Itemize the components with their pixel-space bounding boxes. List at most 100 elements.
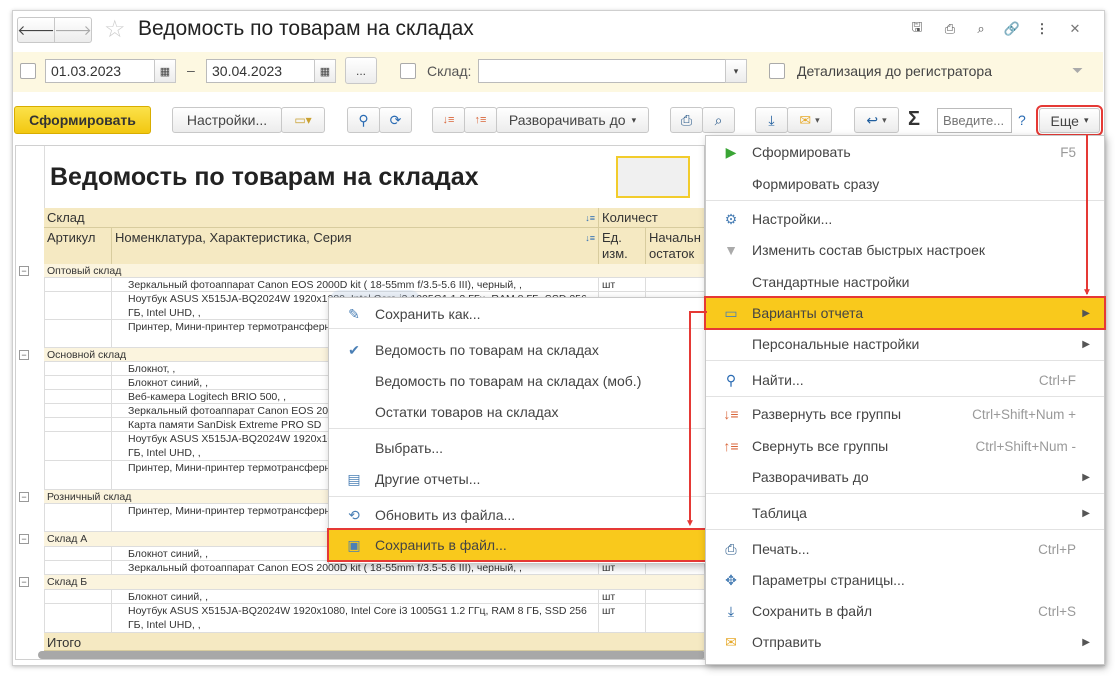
menu-item-label: Сохранить в файл	[752, 603, 873, 619]
menu-item[interactable]: ✥ Параметры страницы...	[706, 565, 1104, 595]
warehouse-field[interactable]	[478, 59, 726, 83]
group-name: Оптовый склад	[47, 265, 122, 277]
group-row[interactable]: Оптовый склад	[44, 264, 704, 278]
print-icon[interactable]: ⎙	[941, 20, 959, 38]
menu-item[interactable]: ↑≡ Свернуть все группы Ctrl+Shift+Num -	[706, 431, 1104, 461]
report-variants-icon: ▭	[724, 304, 738, 321]
menu-item[interactable]: Стандартные настройки	[706, 267, 1104, 297]
collapse-group-icon[interactable]: −	[19, 534, 29, 544]
detail-checkbox[interactable]	[769, 63, 785, 79]
nomenclature-cell: Зеркальный фотоаппарат Canon EOS 2000D k…	[112, 278, 599, 291]
chevron-down-icon[interactable]: ▾	[725, 59, 747, 83]
menu-item[interactable]: ✉ Отправить ▶	[706, 627, 1104, 657]
warehouse-label: Склад:	[427, 63, 472, 79]
generate-button[interactable]: Сформировать	[14, 106, 151, 134]
menu-item[interactable]: ▼ Изменить состав быстрых настроек	[706, 235, 1104, 265]
date-to-field[interactable]: 30.04.2023	[206, 59, 316, 83]
nomenclature-cell: Ноутбук ASUS X515JA-BQ2024W 1920x1080, I…	[112, 604, 599, 632]
warehouse-checkbox[interactable]	[400, 63, 416, 79]
menu-item[interactable]: Таблица ▶	[706, 498, 1104, 528]
menu-separator	[706, 529, 1104, 530]
menu-item[interactable]: Остатки товаров на складах	[329, 397, 705, 427]
more-vertical-icon[interactable]: ⋮	[1035, 20, 1049, 38]
collapse-group-icon[interactable]: −	[19, 492, 29, 502]
collapse-group-icon[interactable]: −	[19, 266, 29, 276]
menu-item[interactable]: ↓≡ Развернуть все группы Ctrl+Shift+Num +	[706, 399, 1104, 429]
menu-item[interactable]: ▣ Сохранить в файл...	[327, 528, 707, 562]
collapse-groups-button[interactable]: ↑≡	[464, 107, 497, 133]
menu-item[interactable]: ⟲ Обновить из файла...	[329, 500, 705, 530]
search-icon: ⚲	[358, 111, 369, 128]
menu-item[interactable]: Ведомость по товарам на складах (моб.)	[329, 366, 705, 396]
table-row[interactable]: Зеркальный фотоаппарат Canon EOS 2000D k…	[44, 278, 704, 292]
menu-item[interactable]: ⎙ Печать... Ctrl+P	[706, 534, 1104, 564]
calendar-icon[interactable]: ▦	[314, 59, 336, 83]
shortcut-label: Ctrl+P	[1038, 541, 1076, 557]
menu-item[interactable]: ▭ Варианты отчета ▶	[704, 296, 1106, 330]
sum-icon[interactable]: Σ	[908, 108, 920, 131]
send-button[interactable]: ✉ ▾	[787, 107, 832, 133]
menu-item[interactable]: ▶ Сформировать F5	[706, 137, 1104, 167]
undo-button[interactable]: ↩ ▾	[854, 107, 899, 133]
collapse-group-icon[interactable]: −	[19, 350, 29, 360]
forward-button[interactable]: 🡒	[54, 17, 92, 43]
menu-separator	[329, 496, 705, 497]
close-icon[interactable]: ✕	[1067, 20, 1083, 38]
save-to-file-button[interactable]: ⤓	[755, 107, 788, 133]
menu-item-label: Разворачивать до	[752, 469, 869, 485]
date-from-field[interactable]: 01.03.2023	[45, 59, 155, 83]
opening-cell	[646, 604, 704, 632]
header-article: Артикул	[44, 228, 112, 266]
filter-icon: ▼	[724, 242, 738, 258]
unit-cell: шт	[599, 278, 646, 291]
save-icon[interactable]: 🖫	[908, 19, 926, 38]
menu-item[interactable]: ✎ Сохранить как...	[329, 299, 705, 329]
preview-button[interactable]: ⌕	[702, 107, 735, 133]
menu-separator	[329, 428, 705, 429]
settings-button[interactable]: Настройки...	[172, 107, 282, 133]
menu-item[interactable]: ⚙ Настройки...	[706, 204, 1104, 234]
period-select-button[interactable]: ...	[345, 57, 377, 84]
menu-item[interactable]: ▤ Другие отчеты...	[329, 464, 705, 494]
search-button[interactable]: ⚲	[347, 107, 380, 133]
horizontal-scrollbar[interactable]	[38, 651, 704, 659]
article-cell	[44, 404, 112, 417]
period-checkbox[interactable]	[20, 63, 36, 79]
sort-icon: ↓≡	[585, 233, 595, 243]
preview-icon[interactable]: ⌕	[972, 20, 990, 38]
menu-item[interactable]: Формировать сразу	[706, 169, 1104, 199]
report-variants-button[interactable]: ▭▾	[281, 107, 325, 133]
menu-item[interactable]: Персональные настройки ▶	[706, 329, 1104, 359]
group-row[interactable]: Склад Б	[44, 575, 704, 590]
menu-item-label: Свернуть все группы	[752, 438, 889, 454]
link-icon[interactable]: 🔗	[1003, 20, 1021, 38]
menu-item[interactable]: ⤓ Сохранить в файл Ctrl+S	[706, 596, 1104, 626]
more-button[interactable]: Еще ▾	[1036, 105, 1103, 136]
menu-item[interactable]: ⚲ Найти... Ctrl+F	[706, 365, 1104, 395]
menu-item[interactable]: Разворачивать до ▶	[706, 462, 1104, 492]
update-from-file-icon: ⟲	[348, 506, 360, 523]
menu-separator	[706, 360, 1104, 361]
collapse-groups-icon: ↑≡	[723, 438, 739, 454]
annotation-arrow	[689, 311, 707, 313]
expand-groups-button[interactable]: ↓≡	[432, 107, 465, 133]
favorite-star-icon[interactable]: ☆	[104, 15, 126, 44]
menu-item[interactable]: ✔ Ведомость по товарам на складах	[329, 335, 705, 365]
menu-item-label: Параметры страницы...	[752, 572, 905, 588]
reports-icon: ▤	[347, 470, 361, 487]
unit-cell: шт	[599, 604, 646, 632]
search-input[interactable]	[937, 108, 1012, 133]
opening-cell	[646, 590, 704, 603]
help-button[interactable]: ?	[1018, 112, 1026, 128]
print-button[interactable]: ⎙	[670, 107, 703, 133]
menu-item[interactable]: Выбрать...	[329, 433, 705, 463]
table-row[interactable]: Блокнот синий, , шт	[44, 590, 704, 604]
table-row[interactable]: Ноутбук ASUS X515JA-BQ2024W 1920x1080, I…	[44, 604, 704, 633]
filter-icon[interactable]: ⏷	[1072, 62, 1083, 79]
report-settings-indicator	[616, 156, 690, 198]
back-button[interactable]: 🡐	[17, 17, 55, 43]
collapse-group-icon[interactable]: −	[19, 577, 29, 587]
search-cancel-button[interactable]: ⟳	[379, 107, 412, 133]
calendar-icon[interactable]: ▦	[154, 59, 176, 83]
expand-to-button[interactable]: Разворачивать до ▾	[496, 107, 649, 133]
